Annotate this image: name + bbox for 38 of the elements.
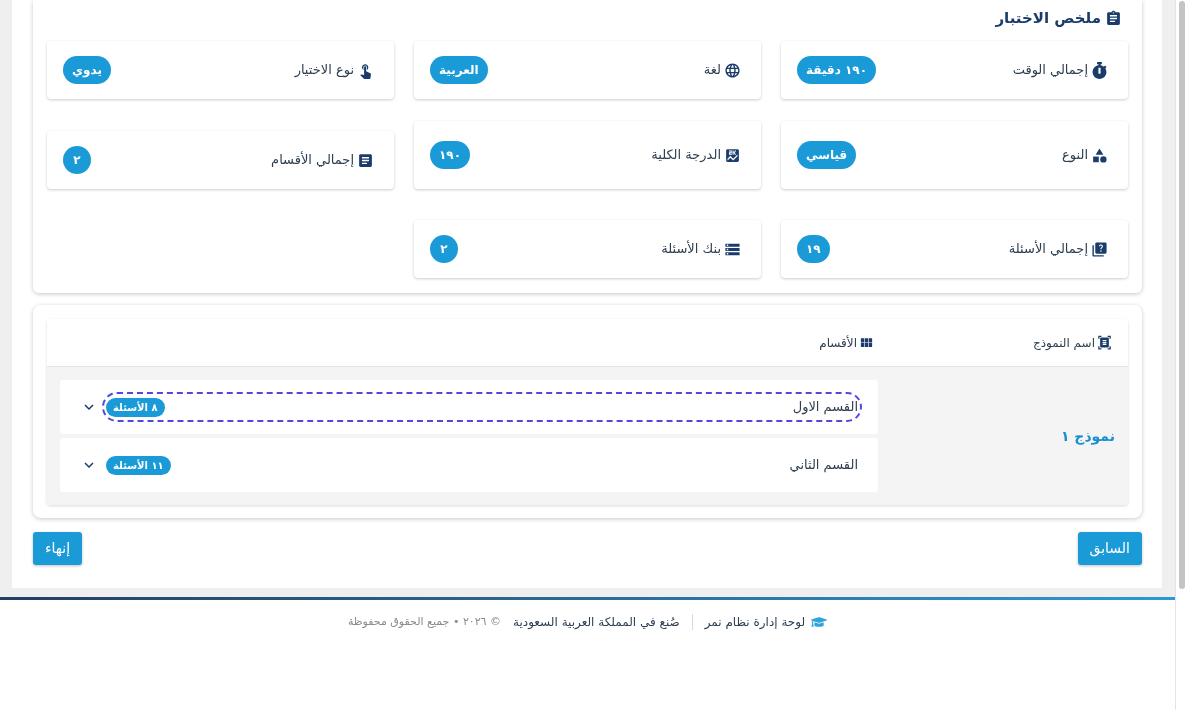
made-in-text: صُنع في المملكة العربية السعودية [513,614,680,631]
info-label: إجمالي الأقسام [271,150,354,170]
scrollbar-thumb[interactable] [1179,1,1185,589]
column-header: الأقسام [819,334,857,352]
section-toggle[interactable]: القسم الثاني ١١ الأسئلة [102,450,862,480]
copyright-text: © ٢٠٢٦ • جميع الحقوق محفوظة [347,613,501,630]
clipboard-icon [1105,9,1122,27]
info-label: بنك الأسئلة [661,239,721,259]
question-count-badge: ٨ الأسئلة [106,397,165,417]
column-header: اسم النموذج [1032,334,1095,352]
grid-icon [859,335,874,350]
info-label: لغة [703,61,721,80]
value-badge: ٢ [63,146,91,174]
model-name: نموذج ١ [1060,426,1115,447]
value-badge: ١٩ [797,235,830,263]
info-label: نوع الاختيار [294,61,354,80]
graduation-cap-icon [811,614,828,630]
value-badge: ١٩٠ دقيقة [797,56,876,84]
globe-icon [724,61,741,79]
panel-title: ملخص الاختبار [995,7,1101,29]
document-scan-icon [1097,335,1112,350]
stopwatch-icon [1091,61,1108,79]
score-chart-icon [724,146,741,164]
brand-name: لوحة إدارة نظام نمر [704,614,806,631]
section-toggle[interactable]: القسم الاول ٨ الأسئلة [102,392,862,422]
info-label: إجمالي الوقت [1012,61,1088,80]
shapes-icon [1091,146,1108,164]
value-badge: قياسي [797,141,857,169]
question-count-badge: ١١ الأسئلة [106,455,171,475]
info-label: النوع [1062,146,1088,165]
info-label: إجمالي الأسئلة [1008,239,1088,259]
info-label: الدرجة الكلية [651,146,721,165]
value-badge: يدوي [63,56,111,84]
document-lines-icon [357,151,374,169]
value-badge: ٢ [430,235,458,263]
question-stack-icon [1091,240,1108,258]
value-badge: ١٩٠ [430,141,470,169]
value-badge: العربية [430,56,488,84]
